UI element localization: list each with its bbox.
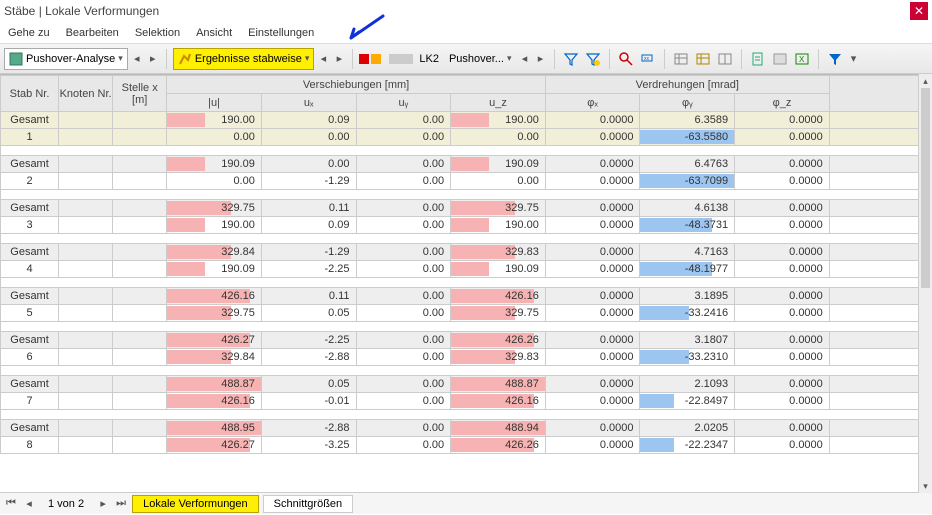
table-row[interactable]: 3190.000.090.00190.000.0000-48.37310.000… xyxy=(1,217,920,234)
col-spare xyxy=(829,76,919,112)
col-stelle-x[interactable]: Stelle x [m] xyxy=(113,76,167,112)
col-stab-nr[interactable]: Stab Nr. xyxy=(1,76,59,112)
prev-result[interactable]: ◂ xyxy=(316,49,330,69)
analysis-type-combo[interactable]: Pushover-Analyse ▾ xyxy=(4,48,128,70)
table-row[interactable]: Gesamt488.870.050.00488.870.00002.10930.… xyxy=(1,376,920,393)
close-button[interactable]: ✕ xyxy=(910,2,928,20)
scroll-down[interactable]: ▾ xyxy=(919,479,932,493)
separator xyxy=(818,49,819,69)
scroll-thumb[interactable] xyxy=(921,88,930,288)
tool-zoom[interactable] xyxy=(616,49,636,69)
col-phiz[interactable]: φ_z xyxy=(735,94,830,112)
col-group-verdrehungen: Verdrehungen [mrad] xyxy=(545,76,829,94)
tool-export-a[interactable] xyxy=(748,49,768,69)
table-row[interactable]: 10.000.000.000.000.0000-63.55800.0000 xyxy=(1,129,920,146)
col-phiy[interactable]: φᵧ xyxy=(640,94,735,112)
page-first[interactable]: ⏮ xyxy=(4,496,18,512)
color-legend-grey xyxy=(389,54,413,64)
col-uz[interactable]: u_z xyxy=(451,94,546,112)
svg-text:xx: xx xyxy=(644,56,650,62)
tool-funnel[interactable] xyxy=(825,49,845,69)
scroll-up[interactable]: ▴ xyxy=(919,74,932,88)
separator xyxy=(352,49,353,69)
col-phix[interactable]: φₓ xyxy=(545,94,640,112)
tab-lokale-verformungen[interactable]: Lokale Verformungen xyxy=(132,495,259,513)
tab-schnittgroessen[interactable]: Schnittgrößen xyxy=(263,495,353,513)
tool-table-c[interactable] xyxy=(715,49,735,69)
tool-export-b[interactable] xyxy=(770,49,790,69)
table-row[interactable] xyxy=(1,146,920,156)
col-uy[interactable]: uᵧ xyxy=(356,94,451,112)
tool-filter-b[interactable] xyxy=(583,49,603,69)
analysis-icon xyxy=(9,52,23,66)
chevron-down-icon: ▾ xyxy=(507,53,512,64)
table-row[interactable]: Gesamt488.95-2.880.00488.940.00002.02050… xyxy=(1,420,920,437)
prev-loadcase[interactable]: ◂ xyxy=(518,49,532,69)
table-row[interactable]: Gesamt329.84-1.290.00329.830.00004.71630… xyxy=(1,244,920,261)
svg-text:X: X xyxy=(799,55,805,64)
next-result[interactable]: ▸ xyxy=(332,49,346,69)
col-group-verschiebungen: Verschiebungen [mm] xyxy=(167,76,546,94)
col-u[interactable]: |u| xyxy=(167,94,262,112)
table-row[interactable]: Gesamt190.000.090.00190.000.00006.35890.… xyxy=(1,112,920,129)
annotation-arrow xyxy=(345,14,385,44)
col-knoten-nr[interactable]: Knoten Nr. xyxy=(59,76,113,112)
table-row[interactable] xyxy=(1,278,920,288)
tool-table-b[interactable] xyxy=(693,49,713,69)
results-combo-label: Ergebnisse stabweise xyxy=(195,53,302,65)
separator xyxy=(664,49,665,69)
menu-selection[interactable]: Selektion xyxy=(135,27,180,39)
color-legend-red[interactable] xyxy=(359,54,369,64)
results-mode-combo[interactable]: Ergebnisse stabweise ▾ xyxy=(173,48,315,70)
table-row[interactable]: 8426.27-3.250.00426.260.0000-22.23470.00… xyxy=(1,437,920,454)
loadcase-a-label: LK2 xyxy=(419,53,439,65)
menu-settings[interactable]: Einstellungen xyxy=(248,27,314,39)
prev-analysis[interactable]: ◂ xyxy=(130,49,144,69)
menu-edit[interactable]: Bearbeiten xyxy=(66,27,119,39)
analysis-combo-label: Pushover-Analyse xyxy=(26,53,115,65)
page-prev[interactable]: ◂ xyxy=(22,496,36,512)
table-row[interactable]: 5329.750.050.00329.750.0000-33.24160.000… xyxy=(1,305,920,322)
loadcase-b-label: Pushover... xyxy=(449,53,504,65)
loadcase-combo-b[interactable]: Pushover... ▾ xyxy=(445,48,516,70)
table-row[interactable]: Gesamt426.27-2.250.00426.260.00003.18070… xyxy=(1,332,920,349)
table-row[interactable]: 20.00-1.290.000.000.0000-63.70990.0000 xyxy=(1,173,920,190)
table-row[interactable]: Gesamt426.160.110.00426.160.00003.18950.… xyxy=(1,288,920,305)
separator xyxy=(554,49,555,69)
page-label: 1 von 2 xyxy=(48,498,84,510)
table-row[interactable]: 4190.09-2.250.00190.090.0000-48.19770.00… xyxy=(1,261,920,278)
tool-funnel-more[interactable]: ▾ xyxy=(847,49,861,69)
menu-goto[interactable]: Gehe zu xyxy=(8,27,50,39)
table-row[interactable] xyxy=(1,410,920,420)
results-table: Stab Nr. Knoten Nr. Stelle x [m] Verschi… xyxy=(0,75,920,454)
next-analysis[interactable]: ▸ xyxy=(146,49,160,69)
separator xyxy=(166,49,167,69)
chevron-down-icon: ▾ xyxy=(305,53,310,64)
tool-label[interactable]: xx xyxy=(638,49,658,69)
vertical-scrollbar[interactable]: ▴ ▾ xyxy=(918,74,932,493)
page-last[interactable]: ⏭ xyxy=(114,496,128,512)
tool-export-excel[interactable]: X xyxy=(792,49,812,69)
table-row[interactable]: 6329.84-2.880.00329.830.0000-33.23100.00… xyxy=(1,349,920,366)
col-ux[interactable]: uₓ xyxy=(261,94,356,112)
table-row[interactable] xyxy=(1,234,920,244)
separator xyxy=(609,49,610,69)
table-row[interactable]: Gesamt190.090.000.00190.090.00006.47630.… xyxy=(1,156,920,173)
tool-table-a[interactable] xyxy=(671,49,691,69)
next-loadcase[interactable]: ▸ xyxy=(534,49,548,69)
loadcase-combo-a[interactable]: LK2 xyxy=(415,48,443,70)
table-row[interactable]: Gesamt329.750.110.00329.750.00004.61380.… xyxy=(1,200,920,217)
window-title: Stäbe | Lokale Verformungen xyxy=(4,4,159,18)
table-row[interactable] xyxy=(1,322,920,332)
page-next[interactable]: ▸ xyxy=(96,496,110,512)
color-legend-yellow[interactable] xyxy=(371,54,381,64)
table-row[interactable] xyxy=(1,190,920,200)
table-row[interactable] xyxy=(1,366,920,376)
separator xyxy=(741,49,742,69)
tool-filter-a[interactable] xyxy=(561,49,581,69)
chevron-down-icon: ▾ xyxy=(118,53,123,64)
results-icon xyxy=(178,52,192,66)
menu-view[interactable]: Ansicht xyxy=(196,27,232,39)
table-row[interactable]: 7426.16-0.010.00426.160.0000-22.84970.00… xyxy=(1,393,920,410)
